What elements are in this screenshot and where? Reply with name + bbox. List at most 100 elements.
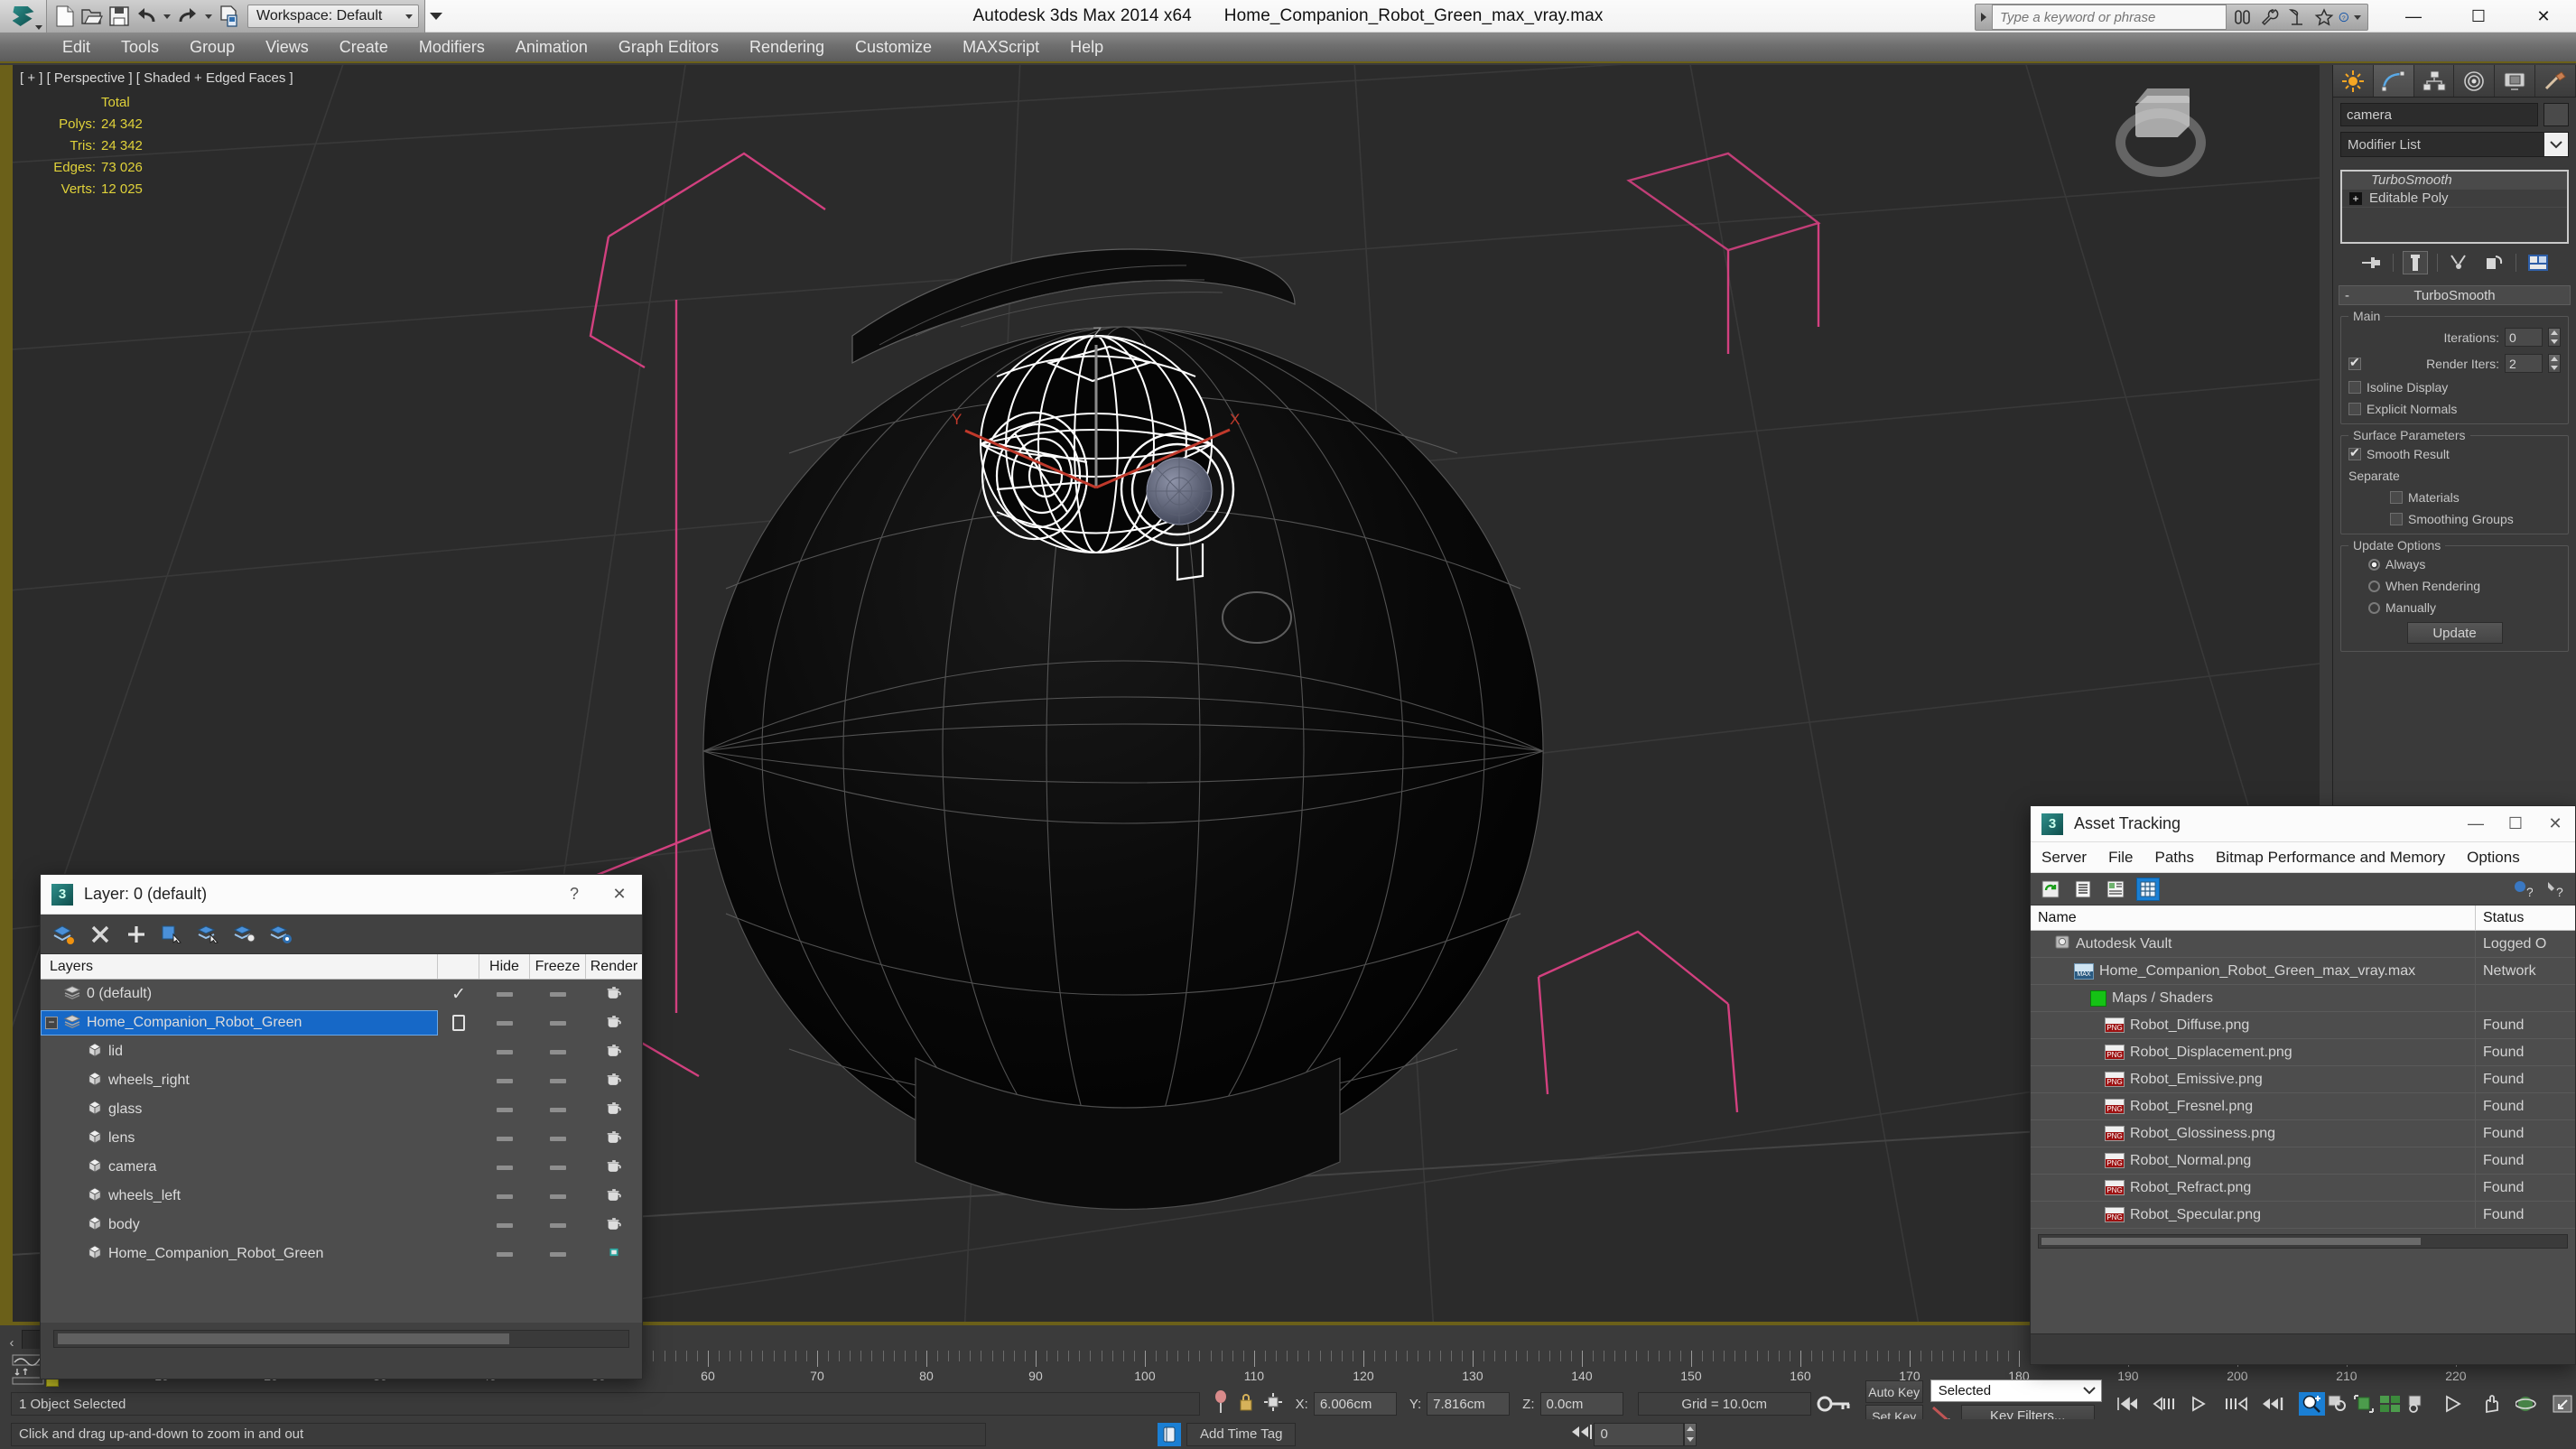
layer-row[interactable]: camera xyxy=(41,1153,642,1182)
help-icon[interactable]: ? xyxy=(2544,878,2566,900)
subscription-wrench-icon[interactable] xyxy=(2257,5,2283,30)
always-radio[interactable] xyxy=(2368,558,2380,571)
menu-item-rendering[interactable]: Rendering xyxy=(734,32,840,62)
toggle-dash-icon[interactable] xyxy=(550,1222,566,1228)
asset-row[interactable]: MAX Home_Companion_Robot_Green_max_vray.m… xyxy=(2031,957,2575,985)
asset-name-cell[interactable]: PNG Robot_Specular.png xyxy=(2031,1201,2476,1229)
layer-freeze-cell[interactable] xyxy=(530,1251,586,1257)
y-coord-field[interactable]: 7.816cm xyxy=(1427,1392,1511,1416)
layer-hide-cell[interactable] xyxy=(479,991,530,997)
layer-hide-cell[interactable] xyxy=(479,1020,530,1026)
layer-hide-cell[interactable] xyxy=(479,1049,530,1054)
toggle-dash-icon[interactable] xyxy=(550,1251,566,1257)
scrollbar-thumb[interactable] xyxy=(2041,1238,2421,1245)
layer-hide-cell[interactable] xyxy=(479,1078,530,1083)
z-coord-field[interactable]: 0.0cm xyxy=(1539,1392,1623,1416)
layer-properties-icon[interactable] xyxy=(268,922,293,947)
update-button[interactable]: Update xyxy=(2406,622,2503,644)
key-mode-toggle-icon[interactable] xyxy=(1811,1385,1856,1423)
asset-maximize-button[interactable]: ☐ xyxy=(2496,806,2535,842)
hierarchy-tab[interactable] xyxy=(2413,65,2455,97)
menu-item-tools[interactable]: Tools xyxy=(106,32,174,62)
toggle-dash-icon[interactable] xyxy=(497,1165,513,1170)
render-teapot-icon[interactable] xyxy=(605,1129,623,1148)
detail-view-icon[interactable] xyxy=(2105,878,2126,900)
asset-name-cell[interactable]: Maps / Shaders xyxy=(2031,984,2476,1012)
communication-center-icon[interactable] xyxy=(2284,5,2310,30)
asset-name-cell[interactable]: Autodesk Vault xyxy=(2031,930,2476,958)
layer-row[interactable]: body xyxy=(41,1211,642,1240)
toggle-dash-icon[interactable] xyxy=(497,1049,513,1054)
layer-render-cell[interactable] xyxy=(586,1043,642,1062)
layer-row-name-cell[interactable]: lid xyxy=(41,1042,438,1062)
iterations-spinner[interactable] xyxy=(2548,328,2561,347)
toggle-dash-icon[interactable] xyxy=(497,1222,513,1228)
layer-current-cell[interactable]: ✓ xyxy=(438,984,479,1005)
layer-row-name-cell[interactable]: − Home_Companion_Robot_Green xyxy=(41,1010,438,1036)
layer-render-cell[interactable] xyxy=(586,1072,642,1091)
object-name-field[interactable]: camera xyxy=(2340,103,2538,126)
layer-render-cell[interactable] xyxy=(586,985,642,1004)
key-mode-selection-combobox[interactable]: Selected xyxy=(1930,1379,2102,1402)
asset-name-cell[interactable]: PNG Robot_Displacement.png xyxy=(2031,1038,2476,1066)
layer-row-name-cell[interactable]: Home_Companion_Robot_Green xyxy=(41,1244,438,1264)
layer-row[interactable]: wheels_left xyxy=(41,1182,642,1211)
pin-stack-icon[interactable] xyxy=(2358,251,2384,274)
highlight-selected-icon[interactable] xyxy=(232,922,257,947)
asset-minimize-button[interactable]: — xyxy=(2456,806,2496,842)
column-render[interactable]: Render xyxy=(586,954,642,979)
qat-overflow-button[interactable] xyxy=(425,0,447,33)
render-teapot-icon[interactable] xyxy=(605,1072,623,1091)
remove-modifier-icon[interactable] xyxy=(2481,251,2506,274)
asset-menu-item-bitmap-performance-and-memory[interactable]: Bitmap Performance and Memory xyxy=(2205,849,2456,867)
scrollbar-thumb[interactable] xyxy=(58,1333,509,1344)
layer-freeze-cell[interactable] xyxy=(530,1107,586,1112)
menu-item-animation[interactable]: Animation xyxy=(500,32,603,62)
zoom-extents-icon[interactable] xyxy=(2350,1392,2376,1416)
layer-render-cell[interactable] xyxy=(586,1158,642,1177)
render-teapot-icon[interactable] xyxy=(605,1101,623,1119)
menu-item-customize[interactable]: Customize xyxy=(840,32,947,62)
save-icon[interactable] xyxy=(107,4,132,29)
close-button[interactable]: ✕ xyxy=(2511,0,2576,33)
layer-hide-cell[interactable] xyxy=(479,1251,530,1257)
render-teapot-icon[interactable] xyxy=(605,985,623,1004)
toggle-dash-icon[interactable] xyxy=(550,1136,566,1141)
layer-freeze-cell[interactable] xyxy=(530,1136,586,1141)
menu-item-maxscript[interactable]: MAXScript xyxy=(947,32,1055,62)
layer-row[interactable]: 0 (default) ✓ xyxy=(41,980,642,1008)
zoom-region-icon[interactable] xyxy=(2325,1392,2351,1416)
walkthrough-icon[interactable] xyxy=(2441,1392,2468,1416)
render-teapot-icon[interactable] xyxy=(605,1158,623,1177)
asset-list[interactable]: Autodesk Vault Logged O MAX Home_Companion_… xyxy=(2031,930,2575,1229)
toggle-dash-icon[interactable] xyxy=(550,1020,566,1026)
zoom-extents-all-icon[interactable] xyxy=(2376,1392,2403,1416)
asset-menu-item-file[interactable]: File xyxy=(2097,849,2144,867)
column-current[interactable] xyxy=(438,954,479,979)
asset-row[interactable]: PNG Robot_Emissive.png Found xyxy=(2031,1065,2575,1093)
go-to-end-icon[interactable] xyxy=(2259,1392,2286,1416)
add-time-tag-icon[interactable] xyxy=(1158,1422,1181,1446)
x-coord-field[interactable]: 6.006cm xyxy=(1313,1392,1397,1416)
search-input[interactable] xyxy=(1992,5,2227,30)
asset-row[interactable]: Autodesk Vault Logged O xyxy=(2031,930,2575,958)
toggle-dash-icon[interactable] xyxy=(550,1194,566,1199)
layer-freeze-cell[interactable] xyxy=(530,1222,586,1228)
add-time-tag-button[interactable]: Add Time Tag xyxy=(1186,1422,1297,1446)
search-icon[interactable] xyxy=(2230,5,2255,30)
menu-item-graph-editors[interactable]: Graph Editors xyxy=(603,32,734,62)
column-status[interactable]: Status xyxy=(2476,906,2575,930)
grid-view-icon[interactable] xyxy=(2136,877,2160,901)
asset-row[interactable]: PNG Robot_Diffuse.png Found xyxy=(2031,1011,2575,1039)
open-file-icon[interactable] xyxy=(79,4,105,29)
key-step-icon[interactable] xyxy=(1567,1423,1594,1445)
asset-row[interactable]: PNG Robot_Refract.png Found xyxy=(2031,1174,2575,1202)
render-teapot-icon[interactable] xyxy=(605,1014,623,1033)
toggle-dash-icon[interactable] xyxy=(550,1107,566,1112)
minimize-button[interactable]: — xyxy=(2381,0,2446,33)
viewport-label[interactable]: [ + ] [ Perspective ] [ Shaded + Edged F… xyxy=(20,70,293,86)
toggle-dash-icon[interactable] xyxy=(497,1078,513,1083)
modifier-stack-item-turbosmooth[interactable]: TurboSmooth xyxy=(2342,172,2567,190)
render-teapot-icon[interactable] xyxy=(605,1187,623,1206)
toggle-dash-icon[interactable] xyxy=(497,991,513,997)
